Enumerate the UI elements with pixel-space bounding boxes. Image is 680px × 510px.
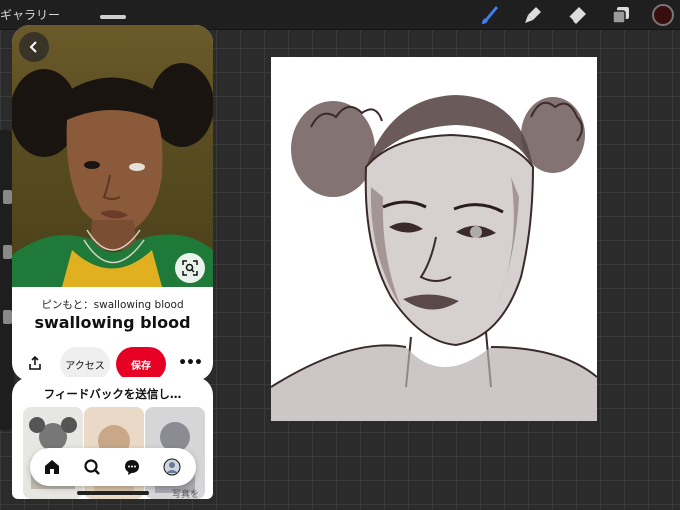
bottom-navigation <box>30 448 196 486</box>
pin-source-name[interactable]: swallowing blood <box>94 299 184 311</box>
save-button[interactable]: 保存 <box>116 347 166 381</box>
visit-button[interactable]: アクセス <box>60 347 110 381</box>
pin-title: swallowing blood <box>34 313 191 332</box>
sketch-illustration <box>271 95 597 421</box>
profile-avatar-icon[interactable] <box>162 457 182 477</box>
smudge-icon[interactable] <box>522 4 544 26</box>
back-button[interactable] <box>19 32 49 62</box>
home-icon[interactable] <box>42 457 62 477</box>
slide-over-drag-handle[interactable] <box>100 15 126 19</box>
eraser-icon[interactable] <box>566 4 588 26</box>
share-icon <box>28 355 42 374</box>
thumbnail-caption: 写真を <box>171 490 199 499</box>
visual-search-button[interactable] <box>175 253 205 283</box>
home-indicator <box>77 491 149 495</box>
color-picker-swatch[interactable] <box>652 4 674 26</box>
chevron-left-icon <box>28 41 40 53</box>
brush-icon[interactable] <box>478 4 500 26</box>
feedback-title: フィードバックを送信し… <box>43 387 182 401</box>
pinterest-slide-over: ピンもと：swallowing blood swallowing blood ア… <box>10 11 215 499</box>
pin-action-bar: アクセス 保存 ••• <box>12 347 213 381</box>
drawing-canvas[interactable] <box>271 57 597 421</box>
search-icon[interactable] <box>82 457 102 477</box>
more-options-button[interactable]: ••• <box>178 353 203 373</box>
pin-card: ピンもと：swallowing blood swallowing blood ア… <box>12 25 213 381</box>
pin-source-prefix: ピンもと： <box>41 299 94 311</box>
pin-source[interactable]: ピンもと：swallowing blood <box>12 297 213 312</box>
pin-photo[interactable] <box>12 25 213 287</box>
share-button[interactable] <box>26 355 44 373</box>
layers-icon[interactable] <box>610 4 632 26</box>
reference-photo <box>12 63 213 287</box>
messages-icon[interactable] <box>122 457 142 477</box>
lens-search-icon <box>182 260 198 276</box>
